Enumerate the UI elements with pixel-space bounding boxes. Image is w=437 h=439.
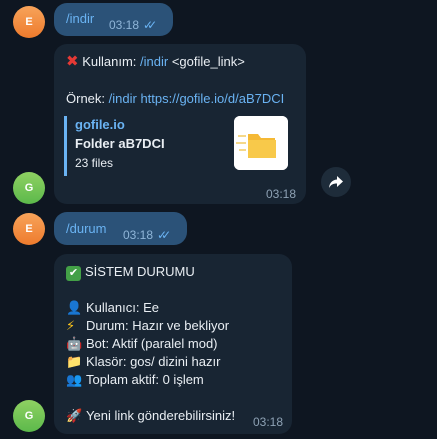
status-folder-text: Klasör: gos/ dizini hazır [86, 354, 221, 369]
status-line-folder: 📁 Klasör: gos/ dizini hazır [66, 353, 220, 371]
message-time: 03:18 [253, 415, 284, 429]
message-meta: 03:18 [253, 413, 283, 431]
message-bubble-status[interactable]: ✔ SİSTEM DURUMU 👤 Kullanıcı: Ee ⚡ Durum: Ha… [54, 254, 292, 434]
status-footer: 🚀 Yeni link gönderebilirsiniz! [66, 407, 235, 425]
user-icon: 👤 [66, 300, 83, 315]
double-check-icon: ✓✓ [157, 228, 171, 242]
status-total-text: Toplam aktif: 0 işlem [86, 372, 204, 387]
status-footer-text: Yeni link gönderebilirsiniz! [86, 408, 236, 423]
avatar-ee[interactable]: E [13, 6, 45, 38]
message-time: 03:18 [109, 18, 140, 32]
message-meta: 03:18 [266, 185, 296, 203]
users-icon: 👥 [66, 372, 83, 387]
robot-icon: 🤖 [66, 336, 83, 351]
share-button[interactable] [321, 167, 351, 197]
usage-line: ✖ Kullanım: /indir <gofile_link> [66, 53, 245, 71]
link-preview[interactable]: gofile.io Folder aB7DCI 23 files [64, 116, 288, 176]
example-url-link[interactable]: https://gofile.io/d/aB7DCI [140, 91, 284, 106]
status-bot-text: Bot: Aktif (paralel mod) [86, 336, 218, 351]
message-bubble-indir[interactable]: /indir 03:18 ✓✓ [54, 3, 173, 36]
example-command-link[interactable]: /indir [109, 91, 137, 106]
rocket-icon: 🚀 [66, 408, 83, 423]
status-line-user: 👤 Kullanıcı: Ee [66, 299, 159, 317]
message-bubble-durum[interactable]: /durum 03:18 ✓✓ [54, 212, 187, 245]
usage-prefix: Kullanım: [82, 54, 141, 69]
example-prefix: Örnek: [66, 91, 109, 106]
usage-argument: <gofile_link> [168, 54, 245, 69]
message-text[interactable]: /durum [66, 220, 106, 238]
status-title-text: SİSTEM DURUMU [85, 264, 195, 279]
check-mark-icon: ✔ [66, 265, 81, 281]
status-line-total: 👥 Toplam aktif: 0 işlem [66, 371, 204, 389]
message-time: 03:18 [123, 228, 154, 242]
avatar-ee[interactable]: E [13, 213, 45, 245]
double-check-icon: ✓✓ [143, 18, 157, 32]
folder-icon: 📁 [66, 354, 83, 369]
status-state-text: Durum: Hazır ve bekliyor [86, 318, 230, 333]
message-text[interactable]: /indir [66, 10, 94, 28]
message-bubble-usage[interactable]: ✖ Kullanım: /indir <gofile_link> Örnek: … [54, 44, 306, 204]
cross-mark-icon: ✖ [66, 53, 79, 70]
message-meta: 03:18 ✓✓ [109, 16, 157, 34]
avatar-bot[interactable]: G [13, 172, 45, 204]
folder-thumbnail-icon [234, 116, 288, 170]
example-line: Örnek: /indir https://gofile.io/d/aB7DCI [66, 90, 284, 108]
status-line-state: ⚡ Durum: Hazır ve bekliyor [66, 317, 229, 335]
status-line-bot: 🤖 Bot: Aktif (paralel mod) [66, 335, 218, 353]
share-icon [329, 176, 343, 188]
lightning-icon: ⚡ [66, 318, 76, 333]
message-meta: 03:18 ✓✓ [123, 226, 171, 244]
usage-command-link[interactable]: /indir [140, 54, 168, 69]
status-title: ✔ SİSTEM DURUMU [66, 263, 195, 281]
message-time: 03:18 [266, 187, 297, 201]
avatar-bot[interactable]: G [13, 400, 45, 432]
status-user-text: Kullanıcı: Ee [86, 300, 159, 315]
